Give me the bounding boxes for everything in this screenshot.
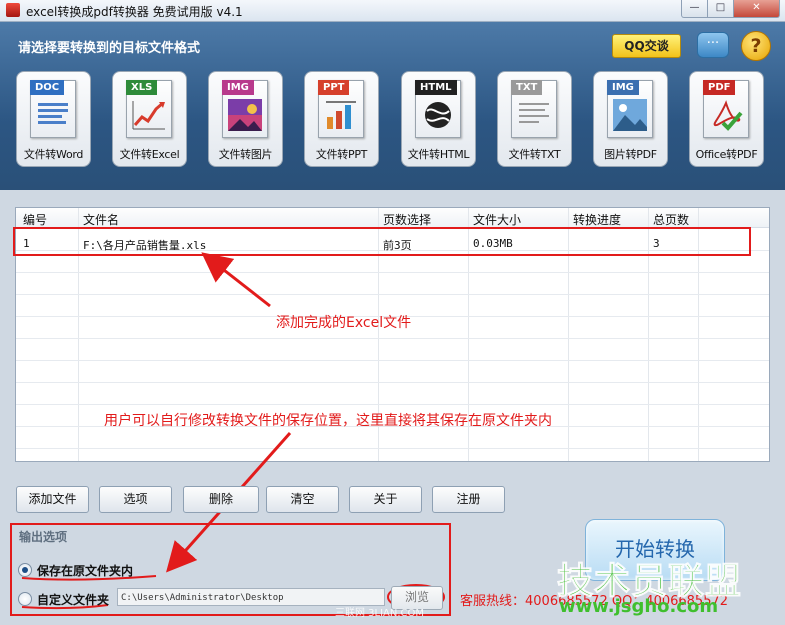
message-icon[interactable]: ··· bbox=[697, 32, 729, 58]
app-logo-icon bbox=[6, 3, 20, 17]
options-button[interactable]: 选项 bbox=[99, 486, 172, 513]
minimize-button[interactable]: — bbox=[681, 0, 708, 18]
label-save-original[interactable]: 保存在原文件夹内 bbox=[37, 562, 133, 579]
qq-chat-button[interactable]: QQ交谈 bbox=[612, 34, 681, 58]
format-tile-img-2[interactable]: IMG 文件转图片 bbox=[208, 71, 283, 167]
format-badge: IMG bbox=[222, 80, 254, 95]
format-tile-html-4[interactable]: HTML 文件转HTML bbox=[401, 71, 476, 167]
app-window: excel转换成pdf转换器 免费试用版 v4.1 — □ ✕ 请选择要转换到的… bbox=[0, 0, 785, 625]
format-label: 文件转PPT bbox=[315, 148, 368, 161]
add-file-button[interactable]: 添加文件 bbox=[16, 486, 89, 513]
title-bar: excel转换成pdf转换器 免费试用版 v4.1 — □ ✕ bbox=[0, 0, 785, 22]
column-header-size: 文件大小 bbox=[473, 213, 522, 227]
format-badge: IMG bbox=[607, 80, 639, 95]
format-badge: PPT bbox=[318, 80, 350, 95]
format-tile-xls-1[interactable]: XLS 文件转Excel bbox=[112, 71, 187, 167]
format-tile-img-6[interactable]: IMG 图片转PDF bbox=[593, 71, 668, 167]
word-document-icon: DOC bbox=[30, 80, 76, 138]
column-header-pages: 页数选择 bbox=[383, 213, 432, 227]
format-label: 文件转图片 bbox=[218, 148, 273, 161]
help-icon[interactable]: ? bbox=[741, 31, 771, 61]
format-tile-ppt-3[interactable]: PPT 文件转PPT bbox=[304, 71, 379, 167]
window-title: excel转换成pdf转换器 免费试用版 v4.1 bbox=[26, 5, 243, 19]
format-header: 请选择要转换到的目标文件格式 QQ交谈 ··· ? DOC 文件转Word XLS 文… bbox=[0, 22, 785, 190]
column-header-filename: 文件名 bbox=[83, 213, 120, 227]
highlight-row-box bbox=[13, 227, 751, 256]
format-tile-txt-5[interactable]: TXT 文件转TXT bbox=[497, 71, 572, 167]
format-label: 图片转PDF bbox=[604, 148, 657, 161]
text-file-icon: TXT bbox=[511, 80, 557, 138]
format-label: 文件转HTML bbox=[407, 148, 470, 161]
label-custom-folder[interactable]: 自定义文件夹 bbox=[37, 591, 109, 608]
picture-icon: IMG bbox=[607, 80, 653, 138]
format-label: Office转PDF bbox=[695, 148, 758, 161]
format-badge: XLS bbox=[126, 80, 158, 95]
watermark-url: www.jsgho.com bbox=[559, 596, 719, 617]
format-tile-doc-0[interactable]: DOC 文件转Word bbox=[16, 71, 91, 167]
ppt-chart-icon: PPT bbox=[318, 80, 364, 138]
column-header-progress: 转换进度 bbox=[573, 213, 622, 227]
radio-custom-folder[interactable] bbox=[18, 592, 32, 606]
format-label: 文件转Excel bbox=[119, 148, 180, 161]
annotation-added: 添加完成的Excel文件 bbox=[276, 315, 412, 331]
output-group-title: 输出选项 bbox=[19, 530, 68, 544]
header-title: 请选择要转换到的目标文件格式 bbox=[18, 41, 201, 56]
close-button[interactable]: ✕ bbox=[733, 0, 780, 18]
list-header: 编号 文件名 页数选择 文件大小 转换进度 总页数 bbox=[16, 208, 769, 228]
maximize-button[interactable]: □ bbox=[707, 0, 734, 18]
format-label: 文件转Word bbox=[23, 148, 84, 161]
about-button[interactable]: 关于 bbox=[349, 486, 422, 513]
annotation-save-note: 用户可以自行修改转换文件的保存位置，这里直接将其保存在原文件夹内 bbox=[104, 413, 552, 429]
column-header-total: 总页数 bbox=[653, 213, 690, 227]
format-badge: PDF bbox=[703, 80, 736, 95]
pdf-acrobat-icon: PDF bbox=[703, 80, 749, 138]
format-badge: HTML bbox=[415, 80, 457, 95]
column-header-id: 编号 bbox=[23, 213, 48, 227]
format-badge: TXT bbox=[511, 80, 543, 95]
clear-button[interactable]: 清空 bbox=[266, 486, 339, 513]
globe-icon: HTML bbox=[415, 80, 461, 138]
excel-chart-icon: XLS bbox=[126, 80, 172, 138]
format-tile-pdf-7[interactable]: PDF Office转PDF bbox=[689, 71, 764, 167]
watermark-small: 三联网 3LIAN.COM bbox=[335, 608, 425, 619]
delete-button[interactable]: 删除 bbox=[183, 486, 259, 513]
register-button[interactable]: 注册 bbox=[432, 486, 505, 513]
radio-save-original[interactable] bbox=[18, 563, 32, 577]
format-label: 文件转TXT bbox=[508, 148, 561, 161]
image-file-icon: IMG bbox=[222, 80, 268, 138]
format-badge: DOC bbox=[30, 80, 65, 95]
